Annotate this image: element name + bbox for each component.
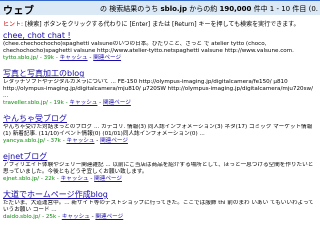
site-name: sblo.jp: [160, 5, 187, 13]
summary-suffix: 件中 1 - 10 件目 (0.: [253, 5, 318, 13]
hint-label: ヒント:: [3, 21, 24, 28]
result-url: daido.sblo.jp/ - 25k -: [3, 214, 61, 220]
result-title-link[interactable]: 大道でホームページ作成blog: [3, 190, 317, 200]
result-url: tytto.sblo.jp/ - 39k -: [3, 55, 58, 61]
search-result: 大道でホームページ作成blog ただいま、大道運営中。... 新サイト等のテスト…: [3, 190, 317, 221]
hint-text: [検索] ボタンをクリックする代わりに [Enter] または [Return]…: [24, 21, 300, 28]
result-meta: yancya.sblo.jp/ - 37k - キャッシュ - 関連ページ: [3, 138, 128, 144]
result-title-link[interactable]: 写真と写真加工のblog: [3, 69, 317, 79]
result-url: yancya.sblo.jp/ - 37k -: [3, 138, 65, 144]
results-summary: の 検索結果のうち sblo.jp からの約 190,000 件中 1 - 10…: [100, 4, 318, 14]
result-snippet: やんちゃ受けた対話まっとのブログ ... カテゴリ. 情報(3) 同人誌インフォ…: [3, 124, 313, 137]
related-link[interactable]: 関連ページ: [93, 55, 121, 61]
summary-mid: からの約: [189, 5, 218, 13]
result-meta: tytto.sblo.jp/ - 39k - キャッシュ - 関連ページ: [3, 55, 122, 61]
result-count: 190,000: [219, 5, 252, 13]
result-meta: ejnet.sblo.jp/ - 22k - キャッシュ - 関連ページ: [3, 176, 122, 182]
web-tab-title[interactable]: ウェブ: [3, 2, 35, 17]
search-result: chee, chot chat ! (chee.chechochocho)spa…: [3, 31, 317, 62]
result-url: ejnet.sblo.jp/ - 22k -: [3, 176, 59, 182]
result-snippet: (chee.chechochocho)spaghetti valsuneのいつの…: [3, 41, 294, 54]
result-url: traveller.sblo.jp/ - 19k -: [3, 100, 68, 106]
result-meta: daido.sblo.jp/ - 25k - キャッシュ - 関連ページ: [3, 214, 124, 220]
related-link[interactable]: 関連ページ: [94, 176, 122, 182]
result-title-link[interactable]: ejnetブログ: [3, 152, 317, 162]
result-title-link[interactable]: chee, chot chat !: [3, 31, 317, 41]
result-snippet: レタッチソフトやデジタルカメラについて ... FE-150 http://ol…: [3, 79, 313, 99]
cache-link[interactable]: キャッシュ: [67, 138, 95, 144]
result-snippet: ただいま、大道運営中。... 新サイト等のテストショップに行ってきた。ここでは服…: [3, 200, 314, 213]
related-link[interactable]: 関連ページ: [95, 214, 123, 220]
results-list: chee, chot chat ! (chee.chechochocho)spa…: [3, 31, 320, 221]
search-hint: ヒント: [検索] ボタンをクリックする代わりに [Enter] または [Re…: [3, 19, 320, 28]
results-header: ウェブ の 検索結果のうち sblo.jp からの約 190,000 件中 1 …: [0, 0, 320, 17]
search-result: ejnetブログ アフィリエイト体験やジェリー関連雑記 ... 以前にご当店は商…: [3, 152, 317, 183]
cache-link[interactable]: キャッシュ: [61, 176, 89, 182]
cache-link[interactable]: キャッシュ: [62, 214, 90, 220]
result-meta: traveller.sblo.jp/ - 19k - キャッシュ - 関連ページ: [3, 100, 131, 106]
related-link[interactable]: 関連ページ: [103, 100, 131, 106]
result-snippet: アフィリエイト体験やジェリー関連雑記 ... 以前にご当店は商品を紹介する場所と…: [3, 162, 314, 175]
cache-link[interactable]: キャッシュ: [60, 55, 88, 61]
related-link[interactable]: 関連ページ: [100, 138, 128, 144]
search-result: やんちゃ受ブログ やんちゃ受けた対話まっとのブログ ... カテゴリ. 情報(3…: [3, 114, 317, 145]
cache-link[interactable]: キャッシュ: [69, 100, 97, 106]
summary-prefix: の 検索結果のうち: [100, 5, 159, 13]
result-title-link[interactable]: やんちゃ受ブログ: [3, 114, 317, 124]
search-result: 写真と写真加工のblog レタッチソフトやデジタルカメラについて ... FE-…: [3, 69, 317, 107]
